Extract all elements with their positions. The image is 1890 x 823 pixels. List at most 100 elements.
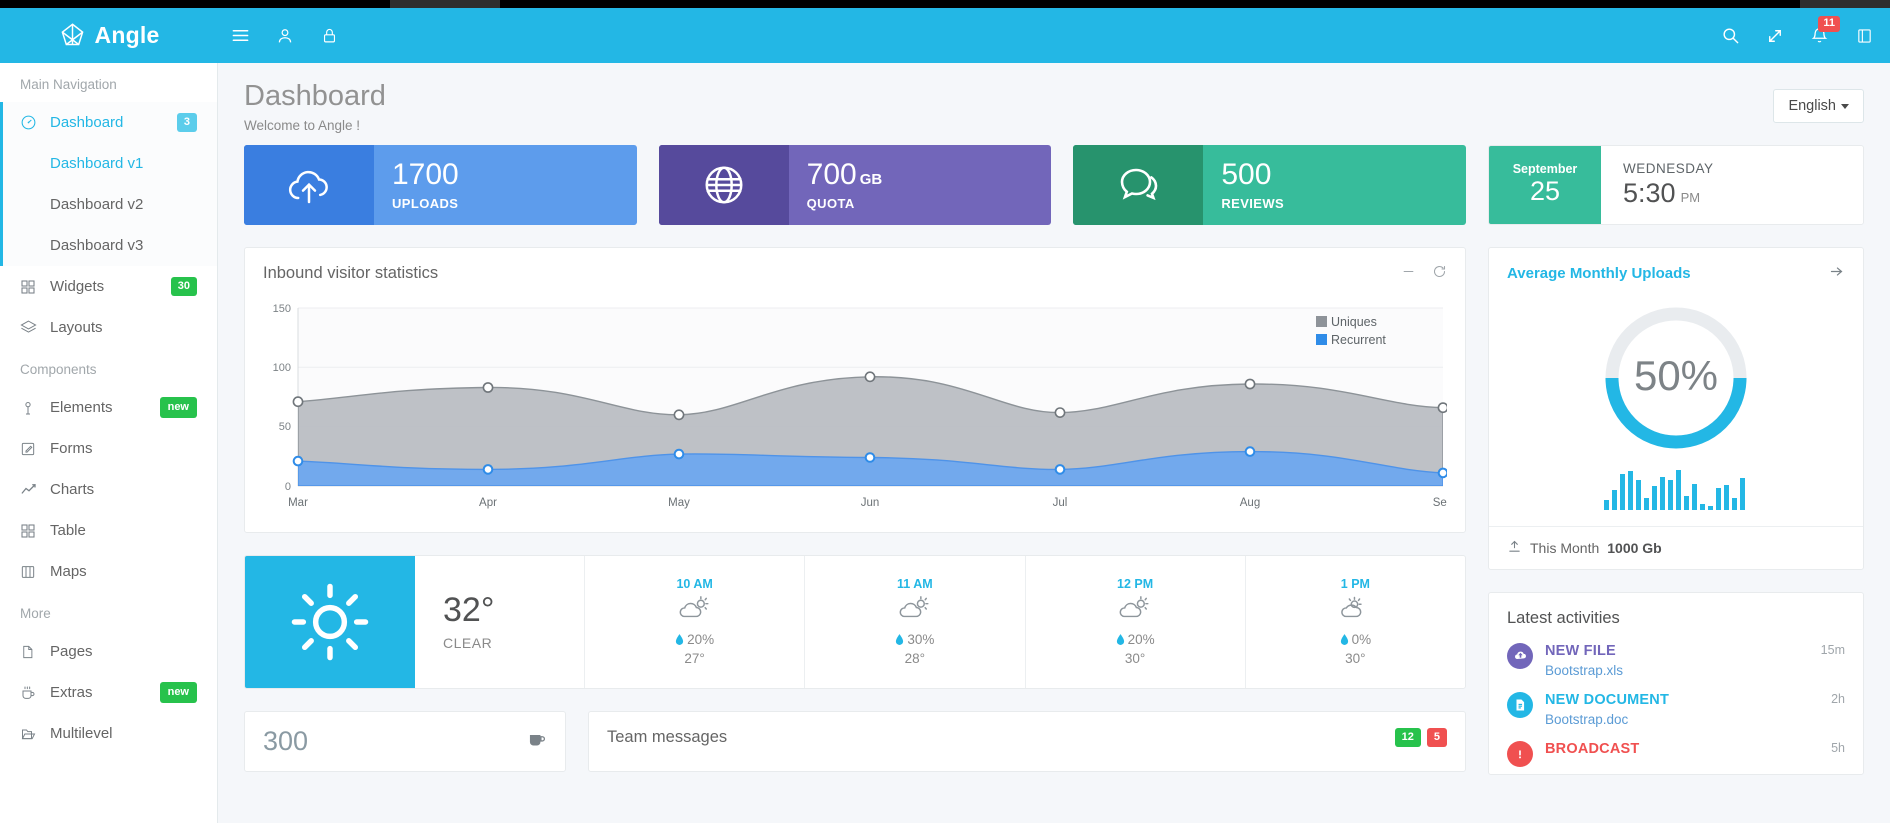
card-header: Inbound visitor statistics: [245, 248, 1465, 300]
folder-icon: [20, 726, 50, 742]
sidebar-item-layouts[interactable]: Layouts: [0, 307, 217, 348]
grid-icon: [20, 523, 50, 539]
time-meridiem: PM: [1681, 190, 1701, 205]
page-header: Dashboard Welcome to Angle ! English: [218, 63, 1890, 145]
stat-label: REVIEWS: [1221, 196, 1466, 211]
sidebar-subitem-dashboard-v1[interactable]: Dashboard v1: [0, 143, 217, 184]
time-value: 5:30: [1623, 178, 1676, 208]
sidebar-item-dashboard[interactable]: Dashboard 3: [0, 102, 217, 143]
y-tick-150: 150: [273, 303, 291, 315]
sidebar-subitem-dashboard-v3[interactable]: Dashboard v3: [0, 225, 217, 266]
sidebar-item-elements[interactable]: Elements new: [0, 387, 217, 428]
brand[interactable]: Angle: [0, 8, 218, 63]
bell-icon[interactable]: 11: [1797, 8, 1842, 63]
side-column: September 25 WEDNESDAY 5:30PM Average Mo…: [1488, 145, 1864, 775]
line-chart-icon: [20, 481, 50, 499]
cup-icon: [526, 728, 547, 754]
sidebar-item-widgets[interactable]: Widgets 30: [0, 266, 217, 307]
sidebar-item-multilevel[interactable]: Multilevel: [0, 713, 217, 754]
x-tick-apr: Apr: [479, 497, 497, 509]
lock-icon[interactable]: [307, 8, 351, 63]
sidebar-item-label: Maps: [50, 563, 197, 580]
upload-icon: [1507, 539, 1522, 557]
brand-name: Angle: [95, 22, 160, 49]
hamburger-menu-icon[interactable]: [218, 8, 263, 63]
stat-card-uploads[interactable]: 1700 UPLOADS: [244, 145, 637, 225]
sidebar-item-pages[interactable]: Pages: [0, 631, 217, 672]
sidebar-item-label: Charts: [50, 481, 197, 498]
uploads-footer: This Month 1000 Gb: [1489, 526, 1863, 569]
activity-time: 2h: [1831, 692, 1845, 706]
raindrop-icon: [675, 634, 684, 646]
forecast-hour: 1 PM 0% 3: [1246, 556, 1465, 688]
activity-subtitle[interactable]: Bootstrap.xls: [1545, 663, 1809, 678]
sidebar-item-label: Forms: [50, 440, 197, 457]
card-title: Latest activities: [1489, 593, 1863, 636]
cloud-sun-icon: [1338, 595, 1372, 628]
sparkline-bars: [1602, 468, 1750, 510]
grid-icon: [20, 279, 50, 295]
forecast-rain-value: 0%: [1352, 632, 1372, 647]
dashboard-grid: 1700 UPLOADS 700GB: [218, 145, 1890, 775]
sidebar-item-table[interactable]: Table: [0, 510, 217, 551]
cloud-sun-icon: [678, 595, 712, 628]
user-icon[interactable]: [263, 8, 307, 63]
forecast-time: 12 PM: [1117, 577, 1153, 591]
page-subtitle: Welcome to Angle !: [244, 118, 386, 133]
nav-heading-components: Components: [0, 348, 217, 387]
pin-icon: [20, 400, 50, 416]
globe-icon: [659, 145, 789, 225]
sidebar: Main Navigation Dashboard 3 Dashboard v1…: [0, 63, 218, 823]
sidebar-item-label: Dashboard: [50, 114, 177, 131]
sidebar-item-extras[interactable]: Extras new: [0, 672, 217, 713]
stat-unit: GB: [860, 171, 883, 188]
search-icon[interactable]: [1708, 8, 1753, 63]
forecast-rain-value: 20%: [687, 632, 714, 647]
chat-icon: [1073, 145, 1203, 225]
document-circle-icon: [1507, 692, 1533, 718]
counter-value: 300: [263, 726, 308, 757]
activity-title: BROADCAST: [1545, 741, 1819, 757]
activity-subtitle[interactable]: Bootstrap.doc: [1545, 712, 1819, 727]
activity-item[interactable]: NEW DOCUMENT Bootstrap.doc 2h: [1489, 685, 1863, 734]
alert-circle-icon: [1507, 741, 1533, 767]
forecast-temp: 28°: [905, 651, 925, 666]
sidebar-subitem-dashboard-v2[interactable]: Dashboard v2: [0, 184, 217, 225]
donut-chart: 50%: [1592, 294, 1760, 462]
raindrop-icon: [1340, 634, 1349, 646]
x-tick-sep: Sep: [1433, 497, 1447, 509]
sidebar-badge: new: [160, 682, 197, 702]
sidebar-badge: 3: [177, 113, 197, 131]
arrow-right-icon[interactable]: [1828, 264, 1845, 284]
sidebar-item-label: Table: [50, 522, 197, 539]
sidebar-toggle-icon[interactable]: [1842, 8, 1886, 63]
activity-title: NEW DOCUMENT: [1545, 692, 1819, 708]
weather-current: 32° CLEAR: [415, 556, 585, 688]
visitor-statistics-card: Inbound visitor statistics: [244, 247, 1466, 533]
sidebar-item-maps[interactable]: Maps: [0, 551, 217, 592]
language-label: English: [1788, 98, 1836, 114]
stat-body: 1700 UPLOADS: [374, 145, 637, 225]
top-header: Angle: [0, 8, 1890, 63]
forecast-rain: 20%: [1116, 632, 1155, 647]
raindrop-icon: [895, 634, 904, 646]
refresh-icon[interactable]: [1432, 264, 1447, 284]
counter-card: 300: [244, 711, 566, 772]
y-tick-0: 0: [285, 481, 291, 493]
sidebar-item-forms[interactable]: Forms: [0, 428, 217, 469]
stat-value: 700GB: [807, 159, 1052, 191]
cup-icon: [20, 685, 50, 701]
activity-item[interactable]: BROADCAST 5h: [1489, 734, 1863, 774]
stat-card-reviews[interactable]: 500 REVIEWS: [1073, 145, 1466, 225]
header-right-icons: 11: [1708, 8, 1890, 63]
activity-item[interactable]: NEW FILE Bootstrap.xls 15m: [1489, 636, 1863, 685]
collapse-icon[interactable]: [1401, 264, 1416, 284]
card-title: Average Monthly Uploads: [1507, 265, 1691, 282]
sidebar-item-charts[interactable]: Charts: [0, 469, 217, 510]
stat-card-quota[interactable]: 700GB QUOTA: [659, 145, 1052, 225]
forecast-rain: 30%: [895, 632, 934, 647]
fullscreen-icon[interactable]: [1753, 8, 1797, 63]
sidebar-item-label: Multilevel: [50, 725, 197, 742]
cloud-upload-circle-icon: [1507, 643, 1533, 669]
language-dropdown[interactable]: English: [1773, 89, 1864, 123]
